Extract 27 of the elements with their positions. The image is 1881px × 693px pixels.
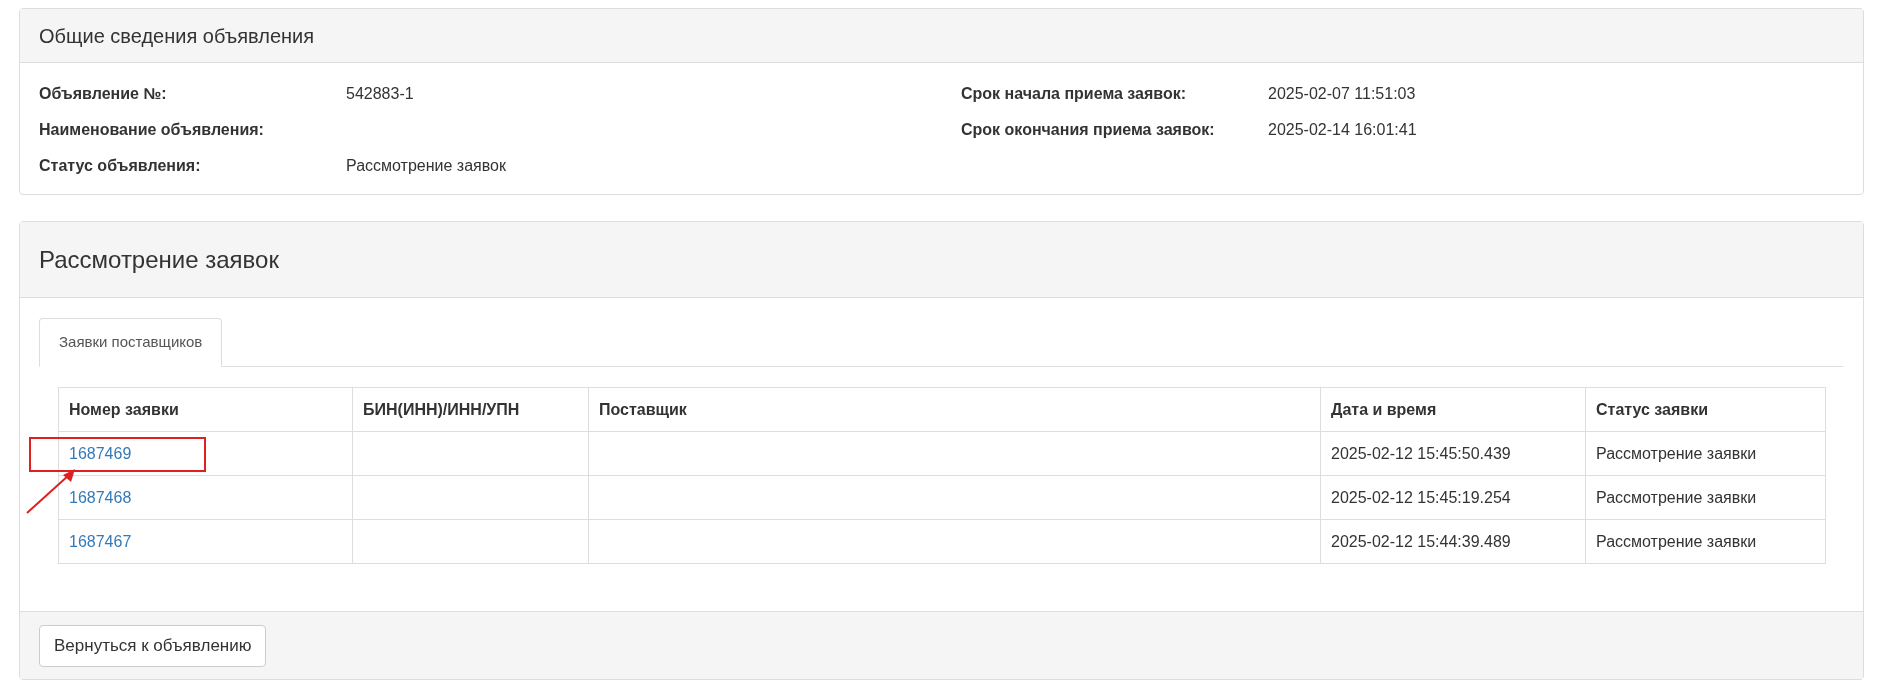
table-cell: Рассмотрение заявки: [1596, 488, 1757, 506]
panel-title: Общие сведения объявления: [39, 23, 315, 49]
application-link[interactable]: 1687469: [69, 444, 132, 462]
application-link[interactable]: 1687468: [69, 488, 132, 506]
application-link[interactable]: 1687467: [69, 532, 132, 550]
field-label: Объявление №:: [39, 84, 168, 104]
table-cell: 2025-02-12 15:44:39.489: [1331, 532, 1511, 550]
field-label: Срок начала приема заявок:: [961, 84, 1188, 104]
column-header: Номер заявки: [69, 400, 179, 418]
table-cell: 2025-02-12 15:45:19.254: [1331, 488, 1511, 506]
panel-title: Рассмотрение заявок: [39, 244, 279, 275]
tab[interactable]: Заявки поставщиков: [39, 318, 223, 367]
table-cell: Рассмотрение заявки: [1596, 444, 1757, 462]
field-value: 2025-02-14 16:01:41: [1268, 120, 1417, 140]
column-header: Дата и время: [1331, 400, 1437, 418]
back-button[interactable]: Вернуться к объявлению: [39, 624, 267, 667]
column-header: БИН(ИНН)/ИНН/УПН: [363, 400, 520, 418]
column-header: Статус заявки: [1596, 400, 1709, 418]
table-cell: Рассмотрение заявки: [1596, 532, 1757, 550]
field-value: 542883-1: [346, 84, 414, 104]
column-header: Поставщик: [599, 400, 687, 418]
field-value: Рассмотрение заявок: [346, 156, 506, 176]
field-label: Статус объявления:: [39, 156, 202, 176]
field-value: 2025-02-07 11:51:03: [1268, 84, 1416, 104]
table-cell: 2025-02-12 15:45:50.439: [1331, 444, 1511, 462]
field-label: Наименование объявления:: [39, 120, 265, 140]
field-label: Срок окончания приема заявок:: [961, 120, 1216, 140]
